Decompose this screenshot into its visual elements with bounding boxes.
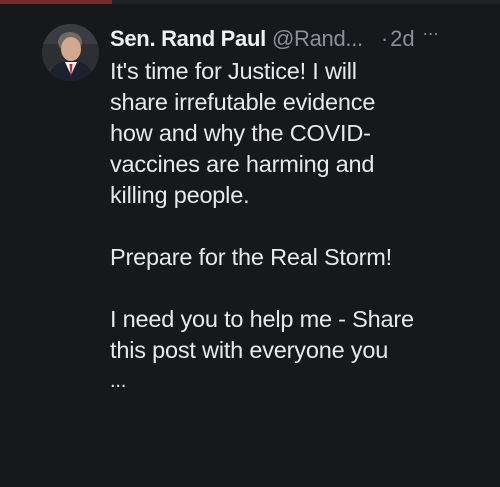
truncation-ellipsis: ... <box>110 370 127 392</box>
tweet-header: Sen. Rand Paul @Rand... · 2d ⋯ <box>110 22 490 56</box>
tweet-text: It's time for Justice! I will share irre… <box>110 56 490 394</box>
tweet-line: It's time for Justice! I will <box>110 58 357 84</box>
tweet-line: how and why the COVID- <box>110 120 371 146</box>
author-handle[interactable]: @Rand... <box>272 22 363 56</box>
separator-dot: · <box>380 26 389 51</box>
tweet-paragraph: It's time for Justice! I will share irre… <box>110 56 490 211</box>
tweet-line: share irrefutable evidence <box>110 89 376 115</box>
avatar[interactable] <box>42 24 99 81</box>
more-horizontal-icon[interactable]: ⋯ <box>423 18 440 52</box>
author-name[interactable]: Sen. Rand Paul <box>110 22 266 56</box>
tweet-paragraph: I need you to help me - Share this post … <box>110 304 490 366</box>
tweet-line: vaccines are harming and <box>110 151 375 177</box>
tweet-line: killing people. <box>110 182 250 208</box>
tweet[interactable]: Sen. Rand Paul @Rand... · 2d ⋯ It's time… <box>110 22 490 394</box>
top-accent-bar <box>0 0 112 4</box>
timestamp[interactable]: 2d <box>390 22 414 56</box>
tweet-line: Prepare for the Real Storm! <box>110 244 392 270</box>
tweet-line: I need you to help me - Share <box>110 306 414 332</box>
tweet-paragraph: Prepare for the Real Storm! <box>110 242 490 273</box>
tweet-line: this post with everyone you <box>110 337 389 363</box>
avatar-photo <box>42 24 99 81</box>
